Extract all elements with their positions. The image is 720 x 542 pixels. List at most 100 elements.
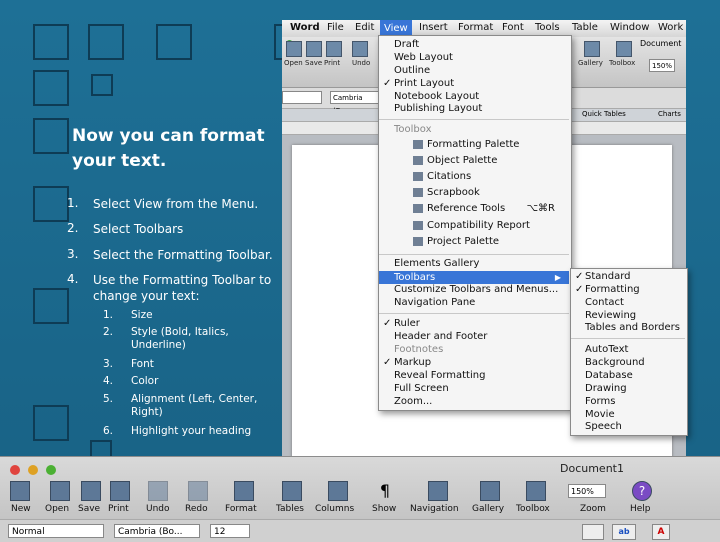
menu-font[interactable]: Font [502, 22, 524, 33]
menu-item-notebook-layout[interactable]: Notebook Layout [394, 91, 479, 102]
submenu-item-forms[interactable]: Forms [585, 396, 615, 407]
gallery-button[interactable]: Gallery [472, 504, 504, 514]
undo-button[interactable]: Undo [146, 504, 170, 514]
format-painter-icon[interactable] [234, 481, 254, 501]
menu-item-navigation-pane[interactable]: Navigation Pane [394, 297, 475, 308]
gallery-icon[interactable] [480, 481, 500, 501]
submenu-item-movie[interactable]: Movie [585, 409, 615, 420]
close-button[interactable] [10, 465, 20, 475]
menu-item-project-palette[interactable]: Project Palette [413, 236, 499, 247]
tables-button[interactable]: Tables [276, 504, 304, 514]
submenu-item-autotext[interactable]: AutoText [585, 344, 628, 355]
menu-insert[interactable]: Insert [419, 22, 448, 33]
menu-edit[interactable]: Edit [355, 22, 374, 33]
submenu-item-formatting[interactable]: Formatting [575, 284, 640, 295]
step-number: 3. [67, 247, 79, 261]
style-field[interactable] [282, 91, 322, 104]
menu-item-full-screen[interactable]: Full Screen [394, 383, 449, 394]
menu-item-zoom[interactable]: Zoom... [394, 396, 432, 407]
new-icon[interactable] [10, 481, 30, 501]
submenu-item-contact[interactable]: Contact [585, 297, 624, 308]
font-field[interactable]: Cambria (Bo... [330, 91, 380, 115]
menu-item-header-footer[interactable]: Header and Footer [394, 331, 487, 342]
substep-number: 5. [103, 393, 114, 405]
menu-item-toolbars[interactable]: Toolbars ▶ [379, 271, 569, 284]
zoom-button[interactable]: Zoom [580, 504, 606, 514]
help-icon[interactable]: ? [632, 481, 652, 501]
submenu-item-standard[interactable]: Standard [575, 271, 630, 282]
menu-item-reveal-formatting[interactable]: Reveal Formatting [394, 370, 485, 381]
zoom-select[interactable]: 150% [568, 484, 606, 498]
menu-word[interactable]: Word [290, 22, 320, 33]
menu-item-customize[interactable]: Customize Toolbars and Menus... [394, 284, 558, 295]
show-button[interactable]: Show [372, 504, 396, 514]
menu-item-outline[interactable]: Outline [394, 65, 430, 76]
submenu-item-drawing[interactable]: Drawing [585, 383, 627, 394]
align-icon[interactable] [582, 524, 604, 540]
undo-icon[interactable] [148, 481, 168, 501]
minimize-button[interactable] [28, 465, 38, 475]
menu-format[interactable]: Format [458, 22, 493, 33]
font-color-icon[interactable]: A [652, 524, 670, 540]
tab-quick-tables[interactable]: Quick Tables [582, 110, 626, 118]
open-icon[interactable] [50, 481, 70, 501]
toolbox-icon[interactable] [616, 41, 632, 57]
open-button[interactable]: Open [45, 504, 69, 514]
menu-item-reference-tools[interactable]: Reference Tools ⌥⌘R [413, 203, 563, 214]
menu-item-markup[interactable]: Markup [383, 357, 431, 368]
menu-item-compatibility-report[interactable]: Compatibility Report [413, 220, 530, 231]
highlight-icon[interactable]: ab [612, 524, 636, 540]
tables-icon[interactable] [282, 481, 302, 501]
zoom-field[interactable]: 150% [649, 59, 675, 72]
menu-item-print-layout[interactable]: Print Layout [383, 78, 454, 89]
menu-item-elements-gallery[interactable]: Elements Gallery [394, 258, 479, 269]
undo-icon[interactable] [352, 41, 368, 57]
navigation-icon[interactable] [428, 481, 448, 501]
zoom-button[interactable] [46, 465, 56, 475]
menu-item-citations[interactable]: Citations [413, 171, 471, 182]
submenu-item-database[interactable]: Database [585, 370, 633, 381]
toolbox-button[interactable]: Toolbox [516, 504, 550, 514]
new-button[interactable]: New [11, 504, 31, 514]
style-select[interactable]: Normal [8, 524, 104, 538]
columns-button[interactable]: Columns [315, 504, 354, 514]
help-button[interactable]: Help [630, 504, 651, 514]
toolbox-icon[interactable] [526, 481, 546, 501]
menu-item-web-layout[interactable]: Web Layout [394, 52, 453, 63]
menu-tools[interactable]: Tools [535, 22, 560, 33]
menu-item-draft[interactable]: Draft [394, 39, 419, 50]
save-icon[interactable] [81, 481, 101, 501]
step-number: 4. [67, 272, 79, 286]
print-icon[interactable] [110, 481, 130, 501]
open-icon[interactable] [286, 41, 302, 57]
print-label: Print [324, 59, 341, 67]
submenu-item-speech[interactable]: Speech [585, 421, 622, 432]
gallery-icon[interactable] [584, 41, 600, 57]
menu-work[interactable]: Work [658, 22, 683, 33]
menu-item-formatting-palette[interactable]: Formatting Palette [413, 139, 519, 150]
format-button[interactable]: Format [225, 504, 257, 514]
submenu-item-reviewing[interactable]: Reviewing [585, 310, 636, 321]
menu-item-scrapbook[interactable]: Scrapbook [413, 187, 480, 198]
menu-item-object-palette[interactable]: Object Palette [413, 155, 497, 166]
print-button[interactable]: Print [108, 504, 129, 514]
tab-charts[interactable]: Charts [658, 110, 681, 118]
menu-item-publishing-layout[interactable]: Publishing Layout [394, 103, 482, 114]
submenu-item-tables-borders[interactable]: Tables and Borders [585, 322, 680, 333]
save-icon[interactable] [306, 41, 322, 57]
submenu-item-background[interactable]: Background [585, 357, 645, 368]
menu-window[interactable]: Window [610, 22, 649, 33]
columns-icon[interactable] [328, 481, 348, 501]
save-button[interactable]: Save [78, 504, 100, 514]
pilcrow-icon[interactable]: ¶ [376, 481, 394, 500]
print-icon[interactable] [326, 41, 342, 57]
menu-file[interactable]: File [327, 22, 344, 33]
menu-table[interactable]: Table [572, 22, 598, 33]
redo-icon[interactable] [188, 481, 208, 501]
font-size-select[interactable]: 12 [210, 524, 250, 538]
menu-item-ruler[interactable]: Ruler [383, 318, 420, 329]
navigation-button[interactable]: Navigation [410, 504, 459, 514]
font-select[interactable]: Cambria (Bo... [114, 524, 200, 538]
redo-button[interactable]: Redo [185, 504, 208, 514]
toolbox-header: Toolbox [394, 124, 432, 135]
